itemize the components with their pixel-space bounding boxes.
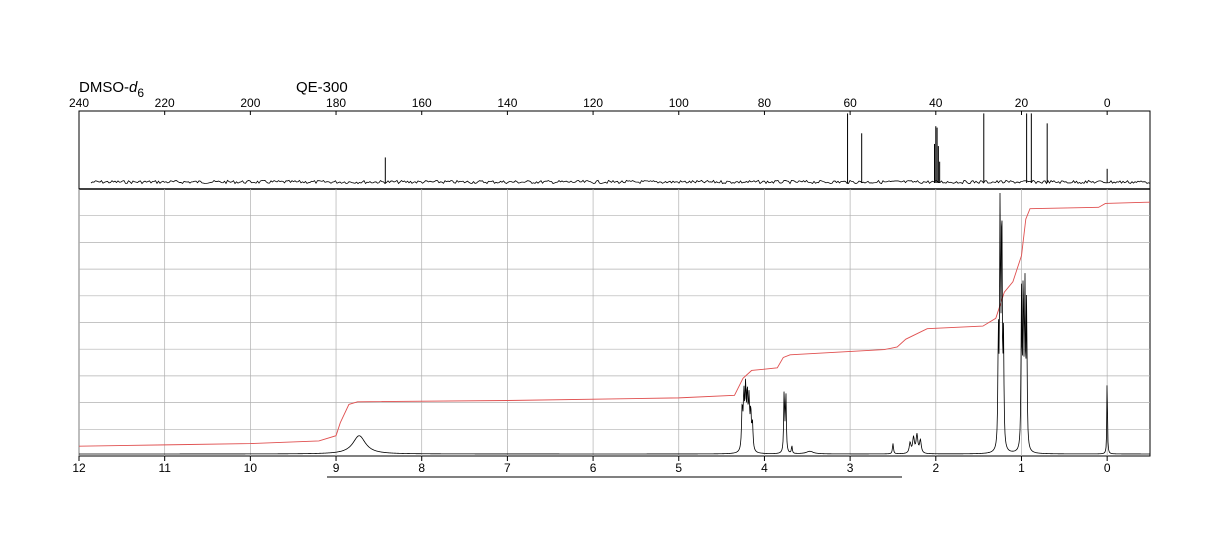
c13-tick-label-10: 40 — [929, 96, 943, 110]
c13-tick-label-5: 140 — [497, 96, 517, 110]
h1-tick-label-6: 6 — [590, 461, 597, 475]
h1-tick-label-0: 12 — [72, 461, 86, 475]
carbon-spectrum — [90, 113, 1151, 185]
c13-tick-label-7: 100 — [669, 96, 689, 110]
h1-tick-label-3: 9 — [333, 461, 340, 475]
c13-tick-label-2: 200 — [240, 96, 260, 110]
c13-tick-label-8: 80 — [758, 96, 772, 110]
h1-integral-trace — [78, 201, 1151, 447]
c13-tick-label-3: 180 — [326, 96, 346, 110]
h1-tick-label-10: 2 — [932, 461, 939, 475]
h1-trace — [79, 192, 1150, 455]
instrument-label: QE-300 — [296, 79, 348, 96]
proton-integral — [78, 201, 1151, 447]
c13-tick-label-1: 220 — [155, 96, 175, 110]
c13-baseline-noise — [90, 179, 1151, 185]
h1-tick-label-12: 0 — [1104, 461, 1111, 475]
h1-tick-label-4: 8 — [418, 461, 425, 475]
c13-tick-label-12: 0 — [1104, 96, 1111, 110]
c13-tick-label-6: 120 — [583, 96, 603, 110]
h1-tick-label-9: 3 — [847, 461, 854, 475]
h1-tick-label-7: 5 — [675, 461, 682, 475]
h1-tick-label-11: 1 — [1018, 461, 1025, 475]
h1-tick-label-1: 11 — [158, 461, 171, 475]
h1-tick-label-2: 10 — [244, 461, 258, 475]
c13-tick-label-9: 60 — [843, 96, 857, 110]
plot-frame — [78, 110, 1151, 457]
spectrum-canvas: DMSO-d6 QE-300 240 220 200 180 160 140 120 100 8… — [69, 79, 1151, 478]
proton-spectrum — [79, 192, 1150, 455]
h1-tick-label-8: 4 — [761, 461, 768, 475]
h1-tick-label-5: 7 — [504, 461, 511, 475]
c13-tick-label-0: 240 — [69, 96, 89, 110]
c13-tick-label-11: 20 — [1015, 96, 1029, 110]
carbon-axis: 240 220 200 180 160 140 120 100 80 60 40 20 0 — [69, 96, 1111, 115]
nmr-spectrum-figure: DMSO-d6 QE-300 240 220 200 180 160 140 120 100 8… — [0, 0, 1224, 528]
proton-axis: 12 11 10 9 8 7 6 5 4 3 2 1 0 — [72, 456, 1111, 475]
c13-tick-label-4: 160 — [412, 96, 432, 110]
